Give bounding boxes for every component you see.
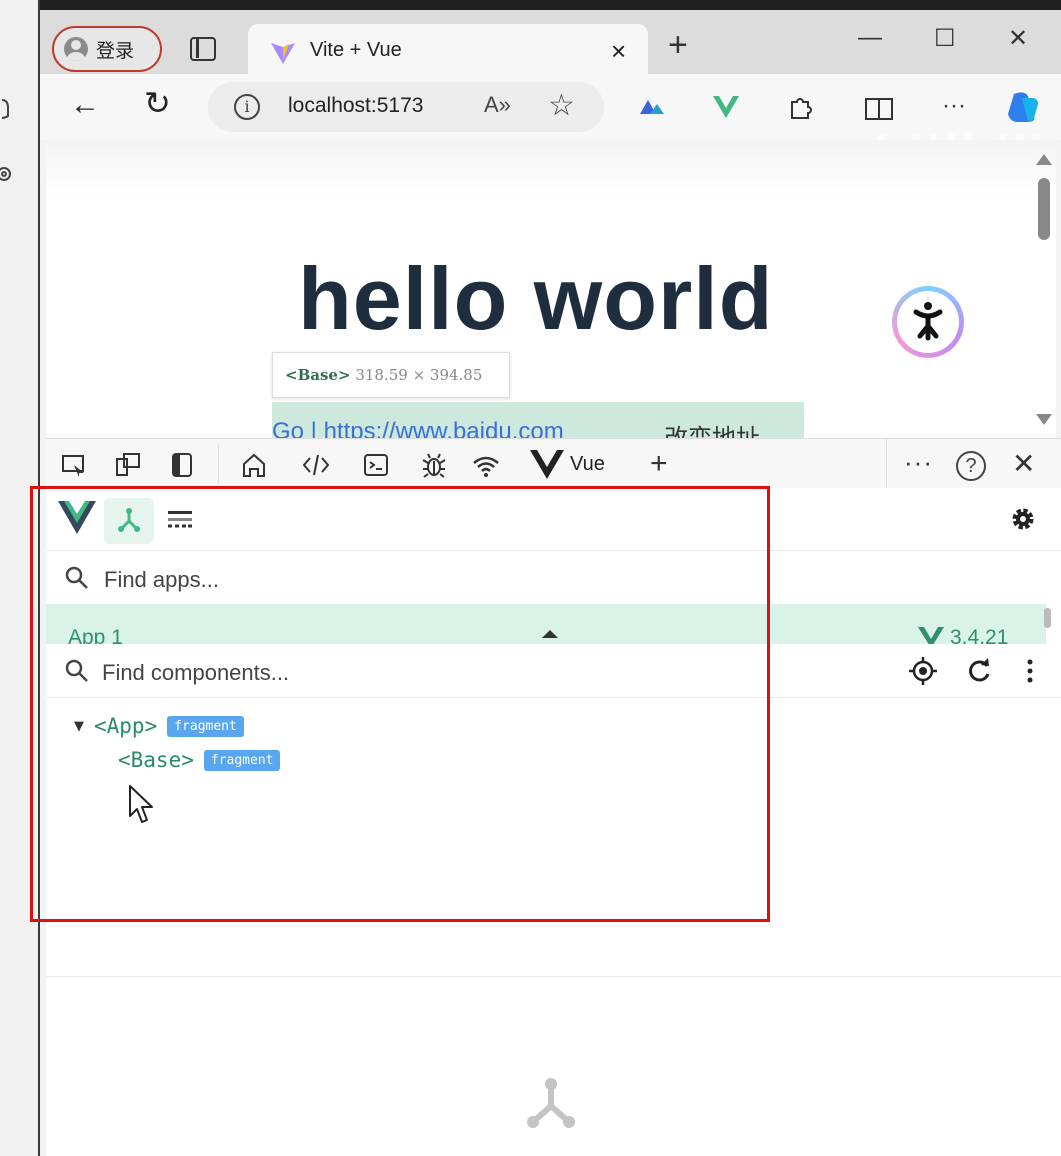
- welcome-home-icon[interactable]: [240, 451, 268, 479]
- window-close-button[interactable]: ✕: [1008, 24, 1028, 53]
- os-top-bar: [0, 0, 1061, 10]
- toolbar-divider: [886, 439, 887, 489]
- vue-version-icon: [918, 627, 944, 644]
- back-button[interactable]: ←: [70, 88, 100, 122]
- tooltip-size: 318.59 × 394.85: [355, 366, 483, 384]
- vue-tab-label: Vue: [570, 453, 605, 475]
- elements-code-icon[interactable]: [302, 451, 330, 479]
- network-wifi-icon[interactable]: [472, 451, 500, 479]
- browser-tab-active[interactable]: Vite + Vue ×: [248, 24, 648, 80]
- red-annotation-box: [30, 486, 770, 922]
- read-aloud-icon[interactable]: A»: [484, 92, 511, 118]
- component-inspect-tooltip: <Base> 318.59 × 394.85: [272, 352, 510, 398]
- address-bar[interactable]: i localhost:5173 A» ☆: [208, 82, 604, 132]
- maximize-button[interactable]: ☐: [934, 24, 956, 53]
- devtools-toolbar: Vue + ··· ? ✕: [46, 438, 1061, 489]
- console-icon[interactable]: [362, 451, 390, 479]
- kebab-menu-icon[interactable]: [1020, 656, 1040, 686]
- component-highlight: Go | https://www.baidu.com 改变地址: [272, 402, 804, 438]
- sources-bug-icon[interactable]: [420, 451, 448, 479]
- profile-button[interactable]: 登录: [52, 26, 162, 72]
- app-version: 3.4.21: [950, 626, 1009, 644]
- puzzle-extension-icon[interactable]: [786, 94, 814, 122]
- vue-extension-icon[interactable]: [712, 94, 740, 120]
- devtools-tab-vue[interactable]: Vue: [520, 439, 636, 489]
- viewport-shade: [46, 140, 1056, 200]
- accessibility-icon: [913, 302, 943, 341]
- copilot-icon[interactable]: [1006, 88, 1044, 126]
- dock-side-icon[interactable]: [168, 451, 196, 479]
- inspect-element-icon[interactable]: [60, 451, 88, 479]
- vue-logo-icon: [530, 450, 564, 479]
- app-list-scrollbar[interactable]: [1044, 608, 1051, 628]
- devtools-add-tab-button[interactable]: +: [650, 447, 668, 481]
- toolbar-divider: [218, 445, 219, 483]
- favorite-star-icon[interactable]: ☆: [548, 88, 575, 123]
- baidu-link[interactable]: Go | https://www.baidu.com: [272, 418, 564, 438]
- accessibility-badge[interactable]: [892, 286, 964, 358]
- scroll-down-arrow[interactable]: [1036, 414, 1052, 425]
- tooltip-component-name: <Base>: [285, 366, 351, 384]
- new-tab-button[interactable]: +: [668, 28, 688, 62]
- device-emulation-icon[interactable]: [114, 451, 142, 479]
- tab-close-button[interactable]: ×: [611, 36, 626, 67]
- page-viewport: hello world <Base> 318.59 × 394.85 Go | …: [46, 140, 1056, 438]
- url-text[interactable]: localhost:5173: [288, 94, 423, 118]
- avatar-icon: [64, 37, 88, 61]
- tab-actions-icon[interactable]: [190, 37, 216, 61]
- select-component-target-icon[interactable]: [908, 656, 938, 686]
- panel-divider: [46, 976, 1061, 977]
- refresh-icon[interactable]: [964, 656, 994, 686]
- browser-tab-bar: 登录 Vite + Vue × + — ☐ ✕: [40, 10, 1061, 80]
- page-heading: hello world: [298, 249, 774, 348]
- devtools-close-button[interactable]: ✕: [1012, 447, 1035, 480]
- scroll-up-arrow[interactable]: [1036, 154, 1052, 165]
- component-tree-placeholder-icon: [527, 1078, 575, 1128]
- browser-toolbar: ← ↻ i localhost:5173 A» ☆ ··· bilibili: [40, 74, 1061, 185]
- devtools-more-button[interactable]: ···: [904, 447, 933, 478]
- split-screen-icon[interactable]: [864, 96, 894, 122]
- cloud-extension-icon[interactable]: [638, 98, 666, 116]
- site-info-icon[interactable]: i: [234, 94, 260, 120]
- page-scrollbar-thumb[interactable]: [1038, 178, 1050, 240]
- minimize-button[interactable]: —: [858, 24, 882, 52]
- devtools-help-button[interactable]: ?: [956, 451, 986, 481]
- vite-favicon-icon: [271, 43, 295, 64]
- bell-icon[interactable]: [0, 90, 20, 190]
- reload-button[interactable]: ↻: [144, 84, 171, 122]
- settings-gear-icon[interactable]: [1008, 504, 1038, 534]
- browser-more-button[interactable]: ···: [942, 92, 966, 120]
- profile-label: 登录: [96, 40, 135, 62]
- change-address-button[interactable]: 改变地址: [664, 418, 760, 438]
- tab-title: Vite + Vue: [310, 39, 402, 61]
